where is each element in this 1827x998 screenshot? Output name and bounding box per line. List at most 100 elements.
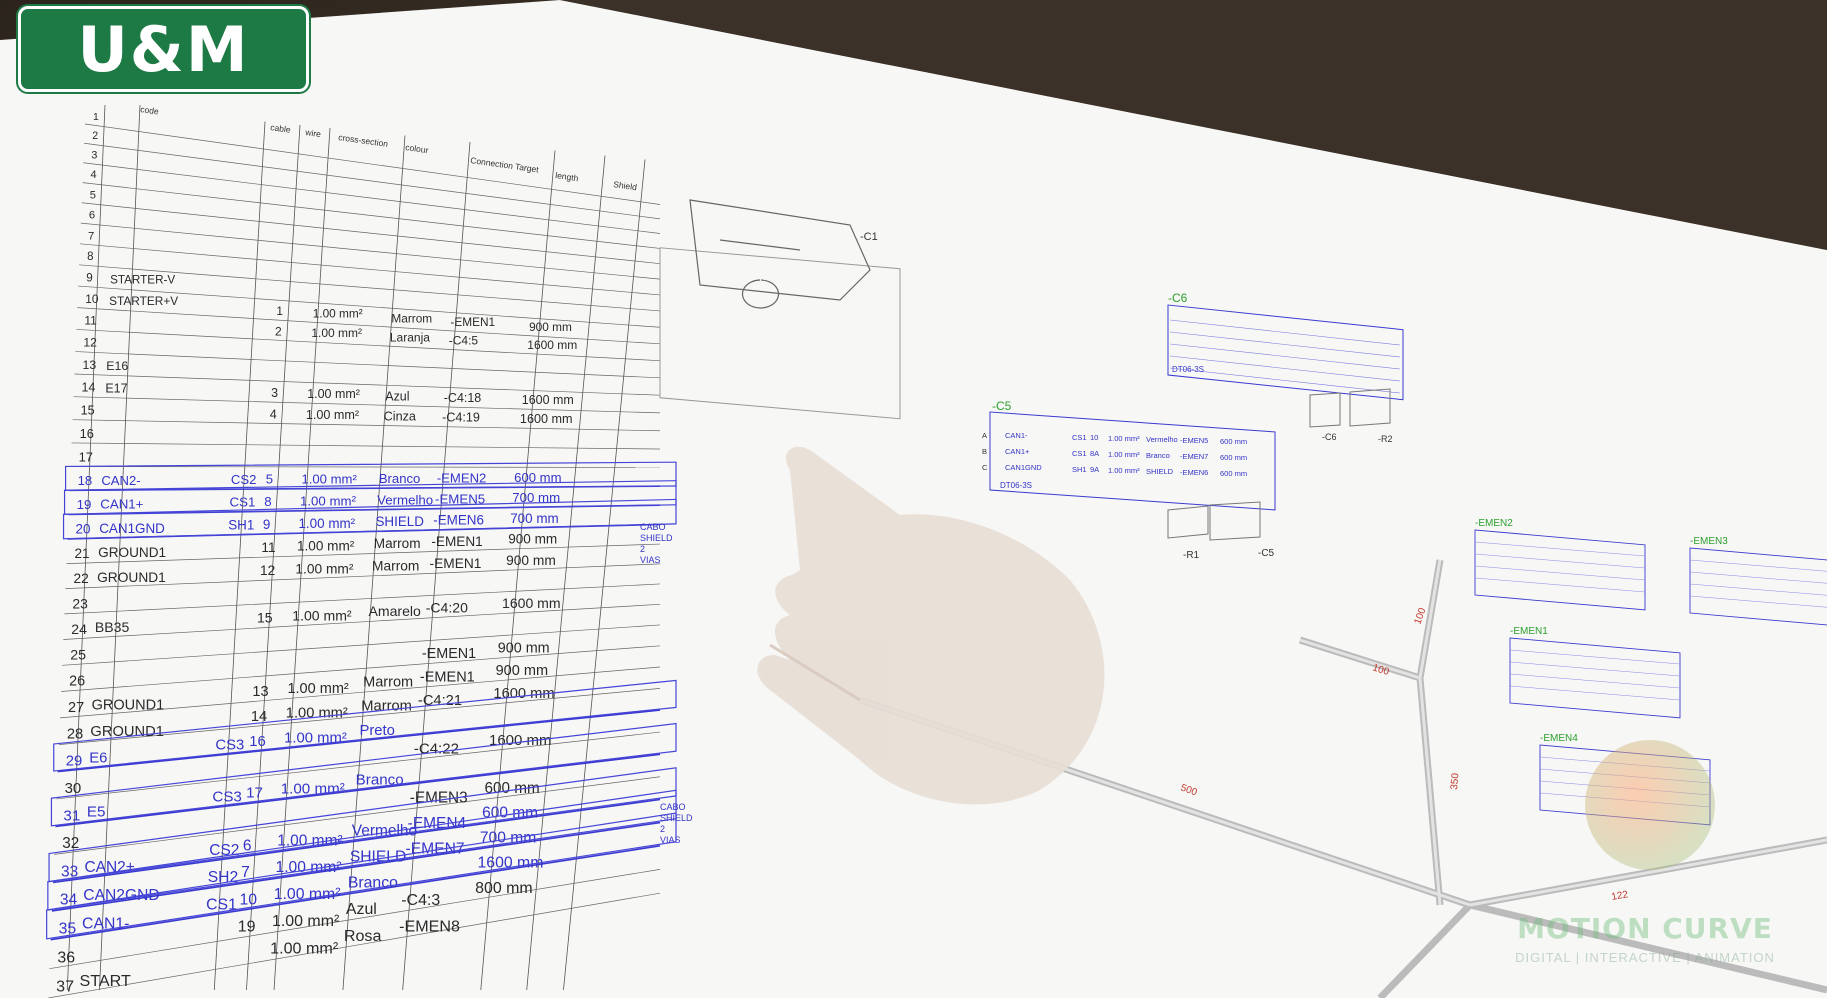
table-cell-number: 1 xyxy=(93,112,99,123)
table-row: 23 xyxy=(72,595,88,611)
c5-cross-section: 1.00 mm² xyxy=(1108,466,1140,475)
c5-cable: CS1 xyxy=(1072,449,1087,458)
table-cell-number: 25 xyxy=(70,648,86,664)
logo-text: U&M xyxy=(77,13,250,86)
table-cell-wire: 5 xyxy=(266,472,273,487)
table-cell-length: 900 mm xyxy=(529,320,572,334)
c5-wire: 10 xyxy=(1090,433,1098,442)
connector-label-c6: -C6 xyxy=(1168,291,1188,305)
c5-part-number: DT06-3S xyxy=(1000,481,1032,490)
table-cell-code: E17 xyxy=(105,382,127,396)
table-cell-target: -EMEN3 xyxy=(410,790,468,807)
shield-note: VIAS xyxy=(660,835,681,845)
table-cell-colour: Branco xyxy=(379,471,421,486)
table-cell-number: 8 xyxy=(87,251,93,263)
table-cell-number: 37 xyxy=(56,978,74,996)
table-cell-wire: 10 xyxy=(239,891,257,908)
table-row: 5 xyxy=(90,189,96,201)
table-cell-wire: 15 xyxy=(257,609,273,625)
table-cell-code: BB35 xyxy=(95,619,130,635)
table-cell-target: -EMEN1 xyxy=(431,534,482,549)
brand-logo: U&M xyxy=(18,6,309,92)
shield-note: CABO xyxy=(660,802,686,812)
table-cell-wire: 1 xyxy=(276,304,283,318)
c5-length: 600 mm xyxy=(1220,469,1247,478)
table-cell-target: -EMEN4 xyxy=(408,815,467,832)
table-cell-colour: Marrom xyxy=(374,536,421,551)
table-cell-code: GROUND1 xyxy=(90,724,163,740)
table-cell-wire: 9 xyxy=(263,517,270,532)
table-cell-cs: 1.00 mm² xyxy=(307,387,360,401)
motion-curve-watermark: MOTION CURVE DIGITAL | INTERACTIVE | ANI… xyxy=(1495,740,1795,980)
photo-stage: code cable wire cross-section colour Connecti… xyxy=(0,0,1827,998)
table-cell-length: 900 mm xyxy=(508,532,557,547)
table-cell-code: CAN1GND xyxy=(99,521,165,536)
table-cell-target: -C4:22 xyxy=(414,740,459,757)
connector-label-r2: -R2 xyxy=(1378,434,1393,444)
c5-length: 600 mm xyxy=(1220,453,1247,462)
table-cell-number: 13 xyxy=(82,358,96,372)
table-cell-colour: Azul xyxy=(346,901,377,918)
table-cell-number: 3 xyxy=(91,149,97,161)
table-cell-number: 28 xyxy=(67,727,83,743)
dimension-label: 350 xyxy=(1449,772,1461,790)
table-cell-cable: CS2 xyxy=(231,472,257,487)
table-cell-code: STARTER-V xyxy=(110,274,175,287)
table-row: 16 xyxy=(80,426,94,441)
table-cell-length: 900 mm xyxy=(498,640,550,656)
table-cell-cs: 1.00 mm² xyxy=(298,516,355,531)
table-row: 1 xyxy=(93,112,99,123)
shield-note: CABO xyxy=(640,522,666,532)
c5-code: CAN1+ xyxy=(1005,447,1030,456)
table-cell-number: 4 xyxy=(91,169,97,181)
table-cell-number: 7 xyxy=(88,230,94,242)
emen-label: -EMEN2 xyxy=(1475,518,1513,529)
table-cell-code: CAN2- xyxy=(101,473,140,488)
table-cell-code: GROUND1 xyxy=(92,697,165,713)
table-cell-colour: Laranja xyxy=(390,330,430,344)
c5-pin: C xyxy=(982,463,988,472)
table-cell-cs: 1.00 mm² xyxy=(301,471,357,486)
table-cell-length: 900 mm xyxy=(496,663,548,679)
table-cell-number: 9 xyxy=(86,271,93,284)
table-cell-number: 16 xyxy=(80,426,94,441)
table-cell-number: 2 xyxy=(92,130,98,142)
table-cell-colour: Cinza xyxy=(384,409,417,423)
table-cell-wire: 8 xyxy=(264,494,271,509)
table-cell-number: 23 xyxy=(72,595,88,611)
table-cell-length: 1600 mm xyxy=(489,732,552,749)
watermark-emblem xyxy=(1585,740,1715,870)
c5-colour: Vermelho xyxy=(1146,435,1178,444)
table-row: 13 E16 xyxy=(82,358,128,373)
c5-length: 600 mm xyxy=(1220,437,1247,446)
table-cell-target: -EMEN6 xyxy=(433,513,484,528)
shield-note: SHIELD xyxy=(660,813,693,823)
table-cell-cs: 1.00 mm² xyxy=(306,408,359,422)
table-cell-cable: CS1 xyxy=(206,896,237,913)
table-cell-number: 20 xyxy=(76,522,91,537)
emen-label: -EMEN1 xyxy=(1510,626,1548,637)
watermark-subtitle: DIGITAL | INTERACTIVE | ANIMATION xyxy=(1515,950,1775,965)
table-cell-number: 29 xyxy=(66,754,83,770)
table-cell-number: 15 xyxy=(81,404,95,418)
table-row: 3 xyxy=(91,149,97,161)
table-row: 12 xyxy=(83,336,97,350)
c5-code: CAN1GND xyxy=(1005,463,1042,472)
table-cell-target: -C4:18 xyxy=(444,391,481,405)
table-cell-length: 600 mm xyxy=(484,780,539,797)
table-cell-code: GROUND1 xyxy=(97,570,166,585)
table-cell-number: 6 xyxy=(89,210,95,222)
table-cell-cable: SH1 xyxy=(228,518,254,533)
table-cell-length: 900 mm xyxy=(506,553,556,568)
table-cell-cs: 1.00 mm² xyxy=(287,681,348,697)
table-cell-number: 19 xyxy=(77,497,92,512)
table-cell-wire: 13 xyxy=(252,684,268,700)
connector-label-c6b: -C6 xyxy=(1322,432,1337,442)
c5-wire: 9A xyxy=(1090,465,1099,474)
table-cell-wire: 19 xyxy=(238,919,256,936)
table-cell-colour: Marrom xyxy=(391,311,432,325)
table-cell-cs: 1.00 mm² xyxy=(311,326,362,340)
table-cell-wire: 11 xyxy=(261,540,275,555)
table-cell-number: 31 xyxy=(63,807,80,824)
table-cell-number: 26 xyxy=(69,674,85,690)
